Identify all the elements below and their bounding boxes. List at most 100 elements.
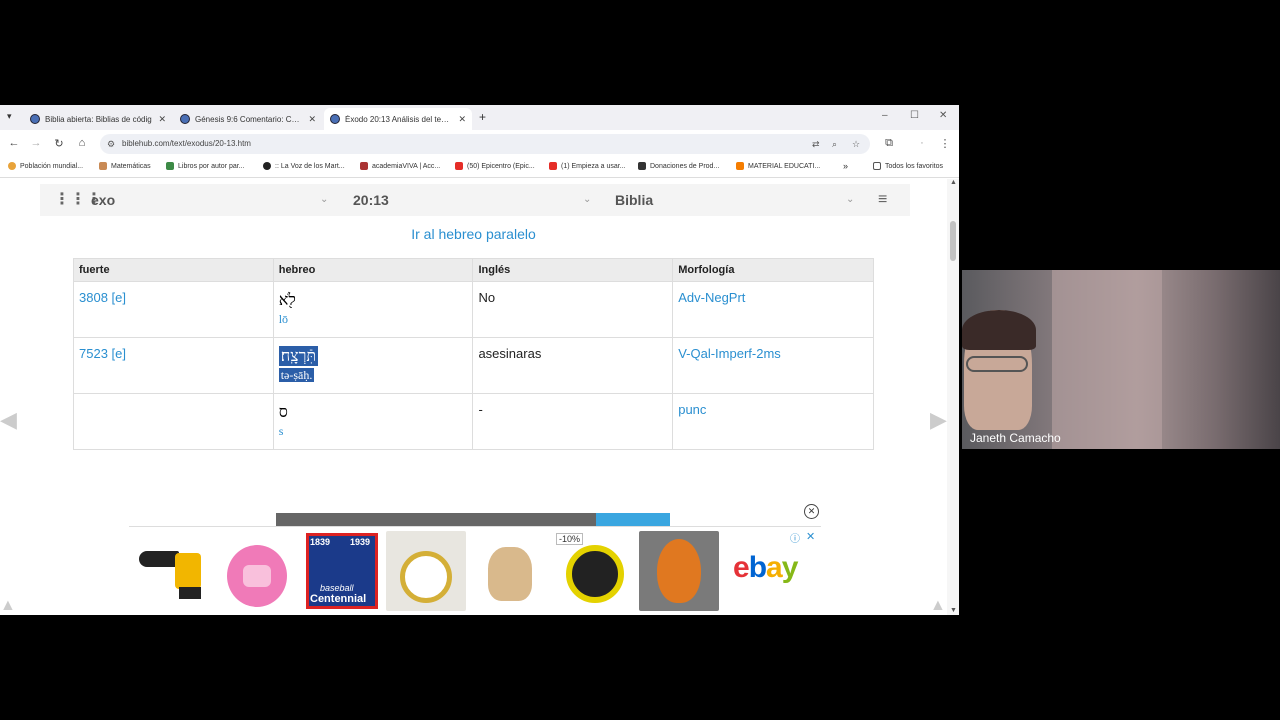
hebrew-word-selected[interactable]: תִּֿרְצָֽח׃: [278, 346, 319, 366]
reload-icon[interactable]: ↻: [52, 137, 66, 150]
patch-text: Centennial: [310, 593, 367, 605]
hebrew-cell: לֹ֖א lō: [272, 281, 474, 338]
biblehub-favicon-icon: [180, 114, 190, 124]
ad-product-baseball-patch[interactable]: 1839 1939 baseball Centennial: [302, 531, 382, 611]
forward-icon[interactable]: →: [29, 137, 43, 149]
chevron-down-icon[interactable]: ⌄: [583, 184, 591, 216]
participant-hair: [962, 310, 1036, 350]
math-icon: [99, 162, 107, 170]
strong-cell: 3808 [e]: [73, 281, 274, 338]
chevron-down-icon[interactable]: ⌄: [320, 184, 328, 216]
bookmark-folder[interactable]: Todos los favoritos: [873, 162, 943, 170]
menu-icon[interactable]: ⋮: [938, 137, 952, 150]
next-verse-icon[interactable]: ▶: [930, 407, 947, 433]
bookmark-item[interactable]: :: La Voz de los Mart...: [263, 162, 345, 170]
version-select[interactable]: Biblia: [615, 184, 653, 216]
header-strong: fuerte: [73, 258, 274, 282]
url-input[interactable]: ⚙ biblehub.com/text/exodus/20-13.htm ⇄ ⌕…: [100, 134, 870, 154]
extensions-icon[interactable]: ⧉: [882, 137, 896, 150]
morph-link[interactable]: V-Qal-Imperf-2ms: [678, 346, 781, 361]
book-select[interactable]: exo: [91, 184, 115, 216]
ad-product-drill-horn[interactable]: [131, 531, 211, 611]
biblehub-favicon-icon: [30, 114, 40, 124]
header-hebrew: hebreo: [272, 258, 474, 282]
strong-link[interactable]: 7523 [e]: [79, 346, 126, 361]
close-ad-icon[interactable]: ✕: [804, 504, 819, 519]
bookmark-item[interactable]: Libros por autor par...: [166, 162, 245, 170]
hamburger-menu-icon[interactable]: ≡: [878, 184, 887, 216]
site-info-icon[interactable]: ⚙: [107, 134, 115, 154]
bookmark-item[interactable]: (1) Empieza a usar...: [549, 162, 626, 170]
academia-icon: [360, 162, 368, 170]
hebrew-cell: תִּֿרְצָֽח׃ tə-ṣāḥ.: [272, 337, 474, 394]
minimize-icon[interactable]: –: [882, 110, 888, 121]
transliteration-wrap: tə-ṣāḥ.: [278, 368, 468, 383]
tab-biblia-abierta[interactable]: Biblia abierta: Biblias de códig ✕: [24, 108, 172, 130]
ad-product-cat-figure[interactable]: [470, 531, 550, 611]
browser-window: ▾ Biblia abierta: Biblias de códig ✕ Gén…: [0, 105, 959, 615]
bookmark-item[interactable]: Donaciones de Prod...: [638, 162, 719, 170]
close-tab-icon[interactable]: ✕: [308, 114, 316, 125]
tab-title: Génesis 9:6 Comentario: Cualq: [195, 114, 303, 124]
scroll-down-icon[interactable]: ▼: [950, 607, 957, 614]
english-cell: -: [472, 393, 674, 450]
strong-link[interactable]: 3808 [e]: [79, 290, 126, 305]
bookmark-item[interactable]: (50) Epicentro (Epic...: [455, 162, 535, 170]
tab-search-icon[interactable]: ▾: [7, 111, 12, 122]
donation-icon: [638, 162, 646, 170]
tab-strip: ▾ Biblia abierta: Biblias de códig ✕ Gén…: [0, 105, 959, 130]
ad-product-surprise-egg[interactable]: [639, 531, 719, 611]
tab-genesis[interactable]: Génesis 9:6 Comentario: Cualq ✕: [174, 108, 322, 130]
biblehub-favicon-icon: [330, 114, 340, 124]
more-bookmarks-icon[interactable]: »: [843, 161, 848, 171]
discount-badge: -10%: [556, 533, 584, 545]
scroll-up-icon[interactable]: ▲: [950, 179, 957, 186]
hebrew-word[interactable]: ס: [279, 402, 288, 422]
address-bar: ← → ↻ ⌂ ⚙ biblehub.com/text/exodus/20-13…: [0, 130, 959, 158]
profile-icon[interactable]: ·: [915, 137, 929, 149]
chevron-down-icon[interactable]: ⌄: [846, 184, 854, 216]
previous-verse-icon[interactable]: ◀: [0, 407, 17, 433]
home-icon[interactable]: ⌂: [75, 137, 89, 149]
maximize-icon[interactable]: ☐: [910, 110, 919, 121]
blogger-icon: [736, 162, 744, 170]
folder-icon: [873, 162, 881, 170]
back-icon[interactable]: ←: [7, 137, 21, 149]
strong-cell: 7523 [e]: [73, 337, 274, 394]
transliteration[interactable]: s: [279, 424, 468, 439]
close-tab-icon[interactable]: ✕: [158, 114, 166, 125]
ad-product-speaker[interactable]: -10%: [554, 531, 634, 611]
scroll-top-left-icon[interactable]: ▲: [0, 597, 16, 615]
close-tab-icon[interactable]: ✕: [458, 114, 466, 125]
bookmark-star-icon[interactable]: ☆: [852, 134, 860, 154]
zoom-icon[interactable]: ⌕: [832, 134, 837, 154]
morph-link[interactable]: punc: [678, 402, 706, 417]
transliteration-selected[interactable]: tə-ṣāḥ.: [278, 368, 315, 382]
hebrew-word[interactable]: לֹ֖א: [279, 290, 296, 310]
translate-icon[interactable]: ⇄: [812, 134, 820, 154]
url-text: biblehub.com/text/exodus/20-13.htm: [122, 139, 251, 148]
toy-buttons: [243, 565, 271, 587]
parallel-hebrew-link[interactable]: Ir al hebreo paralelo: [0, 226, 947, 242]
speaker-shape: [566, 545, 624, 603]
table-row: 3808 [e] לֹ֖א lō No Adv-NegPrt: [73, 281, 874, 338]
tab-exodo[interactable]: Éxodo 20:13 Análisis del texto I ✕: [324, 108, 472, 130]
scroll-top-right-icon[interactable]: ▲: [930, 597, 946, 615]
bookmark-item[interactable]: Matemáticas: [99, 162, 151, 170]
ad-info-icon[interactable]: ⓘ: [790, 530, 800, 545]
bookmark-item[interactable]: MATERIAL EDUCATI...: [736, 162, 820, 170]
ad-product-pocket-watch[interactable]: [386, 531, 466, 611]
bookmark-item[interactable]: Población mundial...: [8, 162, 83, 170]
scrollbar-thumb[interactable]: [950, 221, 956, 261]
ad-close-icon[interactable]: ✕: [806, 530, 815, 543]
video-call-tile[interactable]: Janeth Camacho: [962, 270, 1280, 449]
transliteration[interactable]: lō: [279, 312, 468, 327]
ad-product-stitch-toy[interactable]: [217, 531, 297, 611]
new-tab-icon[interactable]: +: [479, 110, 486, 124]
close-window-icon[interactable]: ✕: [939, 110, 947, 121]
ad-banner[interactable]: 1839 1939 baseball Centennial -10% ebay …: [129, 526, 821, 614]
chapter-select[interactable]: 20:13: [353, 184, 389, 216]
morph-link[interactable]: Adv-NegPrt: [678, 290, 745, 305]
bookmark-item[interactable]: academiaVIVA | Acc...: [360, 162, 440, 170]
ebay-logo[interactable]: ebay: [733, 551, 798, 585]
